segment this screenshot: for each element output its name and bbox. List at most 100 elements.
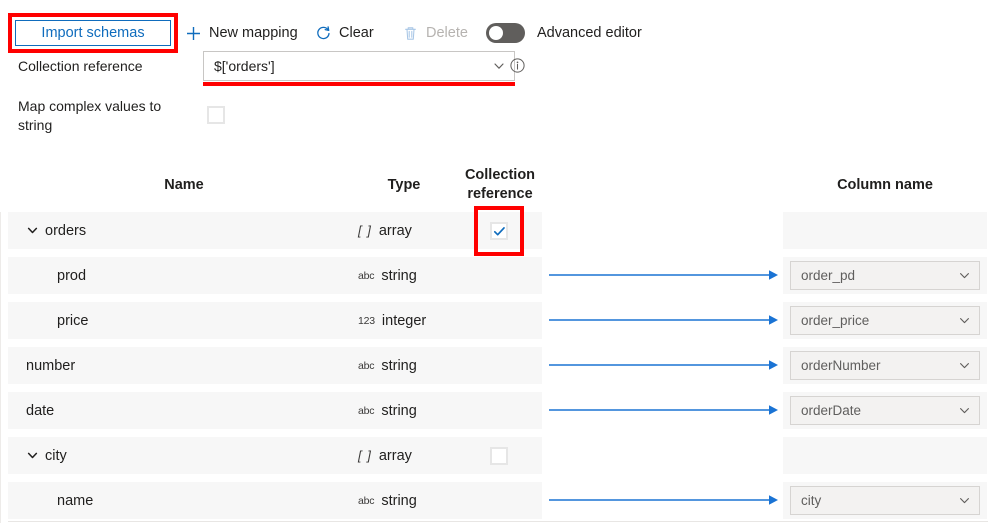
advanced-editor-control: Advanced editor — [486, 22, 642, 44]
column-header-name: Name — [104, 176, 264, 195]
row-name-label: prod — [57, 268, 86, 284]
row-band-left — [8, 257, 542, 294]
chevron-down-icon — [958, 314, 971, 327]
row-type-label: string — [381, 268, 416, 284]
column-name-value: city — [801, 493, 958, 508]
row-type-label: string — [381, 358, 416, 374]
row-band-left — [8, 392, 542, 429]
table-row[interactable]: orders [ ] array — [0, 212, 1000, 249]
row-type-label: integer — [382, 313, 426, 329]
collection-reference-value: $['orders'] — [214, 58, 492, 74]
column-name-dropdown[interactable]: orderDate — [790, 396, 980, 425]
column-header-column-name: Column name — [790, 176, 980, 195]
bottom-rule — [8, 521, 988, 522]
row-type-label: array — [379, 448, 412, 464]
clear-button[interactable]: Clear — [315, 22, 374, 44]
column-name-dropdown[interactable]: order_pd — [790, 261, 980, 290]
column-name-value: order_price — [801, 313, 958, 328]
row-band-left — [8, 212, 542, 249]
type-glyph-icon: 123 — [358, 315, 375, 327]
row-name-cell: city — [26, 437, 67, 474]
row-name-cell: number — [26, 347, 75, 384]
mapping-arrow-icon — [549, 493, 778, 507]
mapping-rows: orders [ ] array prod abc string order_pdprice… — [0, 212, 1000, 523]
row-band-right — [783, 437, 987, 474]
row-type-cell: 123 integer — [358, 302, 426, 339]
clear-label: Clear — [339, 25, 374, 41]
delete-label: Delete — [426, 25, 468, 41]
row-name-label: name — [57, 493, 93, 509]
plus-icon — [185, 25, 202, 42]
collection-reference-label: Collection reference — [18, 57, 198, 76]
row-name-label: price — [57, 313, 88, 329]
collection-reference-checkbox[interactable] — [490, 222, 508, 240]
table-row[interactable]: date abc string orderDate — [0, 392, 1000, 429]
chevron-down-icon — [958, 359, 971, 372]
mapping-arrow-icon — [549, 358, 778, 372]
row-name-cell: price — [57, 302, 88, 339]
column-name-value: orderNumber — [801, 358, 958, 373]
row-type-cell: abc string — [358, 392, 417, 429]
row-name-label: number — [26, 358, 75, 374]
chevron-down-icon — [492, 59, 506, 73]
trash-icon — [402, 25, 419, 42]
row-type-cell: abc string — [358, 257, 417, 294]
collection-reference-checkbox[interactable] — [490, 447, 508, 465]
row-type-cell: [ ] array — [358, 212, 412, 249]
type-glyph-icon: abc — [358, 405, 374, 417]
chevron-down-icon[interactable] — [26, 449, 39, 462]
mapping-editor-page: Import schemas New mapping Clear — [0, 0, 1000, 523]
info-icon[interactable] — [509, 57, 526, 74]
row-band-left — [8, 347, 542, 384]
row-name-cell: date — [26, 392, 54, 429]
mapping-arrow-icon — [549, 313, 778, 327]
advanced-editor-label: Advanced editor — [537, 25, 642, 41]
row-name-cell: name — [57, 482, 93, 519]
type-glyph-icon: abc — [358, 270, 374, 282]
row-name-label: orders — [45, 223, 86, 239]
table-row[interactable]: prod abc string order_pd — [0, 257, 1000, 294]
chevron-down-icon[interactable] — [26, 224, 39, 237]
new-mapping-label: New mapping — [209, 25, 298, 41]
column-name-value: order_pd — [801, 268, 958, 283]
toggle-knob — [489, 26, 503, 40]
new-mapping-button[interactable]: New mapping — [185, 22, 298, 44]
row-name-cell: prod — [57, 257, 86, 294]
row-type-label: string — [381, 493, 416, 509]
row-band-right — [783, 212, 987, 249]
type-glyph-icon: [ ] — [358, 223, 372, 238]
type-glyph-icon: [ ] — [358, 448, 372, 463]
column-header-type: Type — [350, 176, 458, 195]
table-row[interactable]: name abc string city — [0, 482, 1000, 519]
collection-reference-highlight-underline — [203, 82, 515, 86]
collection-reference-dropdown[interactable]: $['orders'] — [203, 51, 515, 81]
row-band-left — [8, 437, 542, 474]
import-schemas-highlight: Import schemas — [8, 13, 178, 53]
row-name-label: city — [45, 448, 67, 464]
toolbar: Import schemas New mapping Clear — [0, 0, 1000, 54]
row-type-cell: abc string — [358, 482, 417, 519]
mapping-arrow-icon — [549, 268, 778, 282]
row-name-cell: orders — [26, 212, 86, 249]
table-row[interactable]: numberabcstringorderNumber — [0, 347, 1000, 384]
table-row[interactable]: city [ ] array — [0, 437, 1000, 474]
chevron-down-icon — [958, 269, 971, 282]
mapping-arrow-icon — [549, 403, 778, 417]
row-type-label: array — [379, 223, 412, 239]
map-complex-values-label: Map complex values to string — [18, 97, 188, 135]
row-name-label: date — [26, 403, 54, 419]
column-name-dropdown[interactable]: order_price — [790, 306, 980, 335]
import-schemas-button[interactable]: Import schemas — [15, 20, 171, 46]
type-glyph-icon: abc — [358, 495, 374, 507]
row-type-label: string — [381, 403, 416, 419]
advanced-editor-toggle[interactable] — [486, 23, 525, 43]
delete-button: Delete — [402, 22, 468, 44]
row-type-cell: [ ] array — [358, 437, 412, 474]
column-header-collection-reference: Collection reference — [458, 166, 542, 204]
chevron-down-icon — [958, 404, 971, 417]
collection-reference-checkbox-highlight — [474, 206, 524, 256]
map-complex-values-checkbox[interactable] — [207, 106, 225, 124]
column-name-dropdown[interactable]: orderNumber — [790, 351, 980, 380]
column-name-dropdown[interactable]: city — [790, 486, 980, 515]
table-row[interactable]: price 123 integer order_price — [0, 302, 1000, 339]
